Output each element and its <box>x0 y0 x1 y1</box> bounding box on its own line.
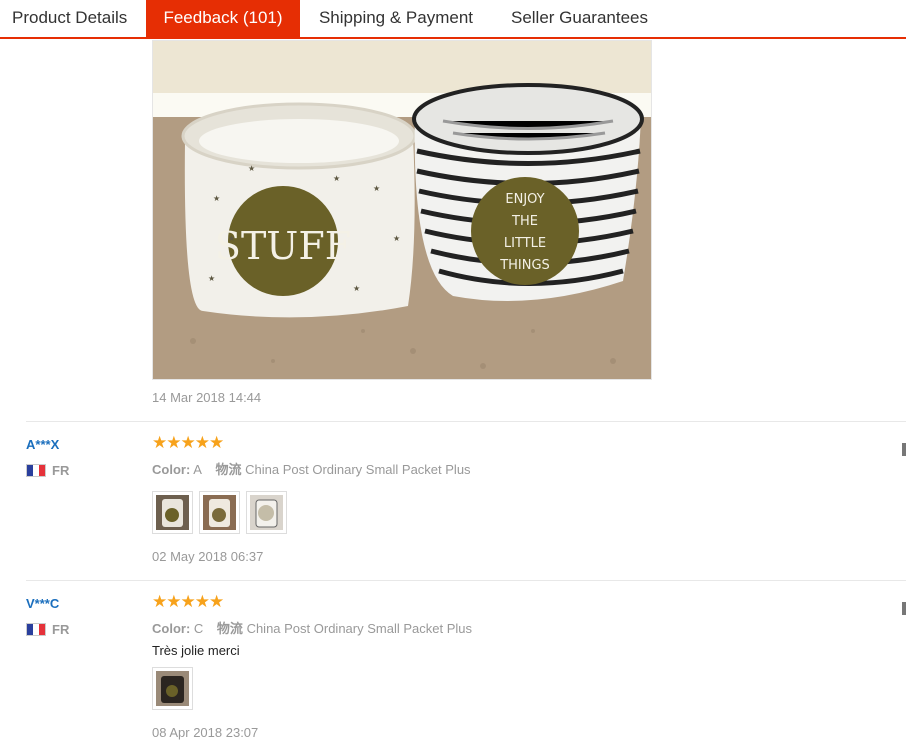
svg-text:THE: THE <box>511 214 538 229</box>
reviewer-name[interactable]: A***X <box>26 437 59 452</box>
reviewer-country: FR <box>26 463 69 478</box>
svg-text:★: ★ <box>333 174 340 183</box>
tab-bar: Product Details Feedback (101) Shipping … <box>0 0 906 39</box>
tab-shipping-payment[interactable]: Shipping & Payment <box>300 0 492 37</box>
basket-print-stuff: STUFF <box>215 224 351 268</box>
svg-text:★: ★ <box>228 234 235 243</box>
review-date: 14 Mar 2018 14:44 <box>152 390 262 405</box>
svg-text:★: ★ <box>393 234 400 243</box>
review-comment: Très jolie merci <box>152 643 240 658</box>
svg-text:★: ★ <box>248 164 255 173</box>
review-photo-thumbnail[interactable] <box>199 491 240 534</box>
tab-product-details[interactable]: Product Details <box>0 0 146 37</box>
star-rating: ★★★★★ <box>152 433 224 452</box>
tab-seller-guarantees[interactable]: Seller Guarantees <box>492 0 667 37</box>
review-photo-thumbnails <box>152 491 287 534</box>
review-photo-thumbnail[interactable] <box>246 491 287 534</box>
svg-text:★: ★ <box>373 184 380 193</box>
svg-text:LITTLE: LITTLE <box>504 236 546 251</box>
review-photo-large[interactable]: STUFF ★ ★ ★ ★ ★ ★ ★ ★ ENJOY THE LITTLE THINGS <box>152 40 652 380</box>
star-rating: ★★★★★ <box>152 592 224 611</box>
svg-text:★: ★ <box>353 284 360 293</box>
review-meta: Color: C 物流 China Post Ordinary Small Pa… <box>152 621 472 636</box>
svg-text:ENJOY: ENJOY <box>505 192 544 207</box>
review-photo-thumbnails <box>152 667 193 710</box>
review-divider <box>26 421 906 422</box>
helpful-icon[interactable] <box>902 602 906 615</box>
review-photo-thumbnail[interactable] <box>152 667 193 710</box>
review-date: 02 May 2018 06:37 <box>152 549 264 564</box>
france-flag-icon <box>26 464 46 477</box>
review-meta: Color: A 物流 China Post Ordinary Small Pa… <box>152 462 471 477</box>
helpful-icon[interactable] <box>902 443 906 456</box>
reviewer-country: FR <box>26 622 69 637</box>
svg-text:THINGS: THINGS <box>499 258 550 273</box>
svg-text:★: ★ <box>208 274 215 283</box>
review-divider <box>26 580 906 581</box>
france-flag-icon <box>26 623 46 636</box>
tab-feedback[interactable]: Feedback (101) <box>146 0 300 37</box>
svg-text:★: ★ <box>213 194 220 203</box>
review-photo-thumbnail[interactable] <box>152 491 193 534</box>
reviewer-name[interactable]: V***C <box>26 596 59 611</box>
